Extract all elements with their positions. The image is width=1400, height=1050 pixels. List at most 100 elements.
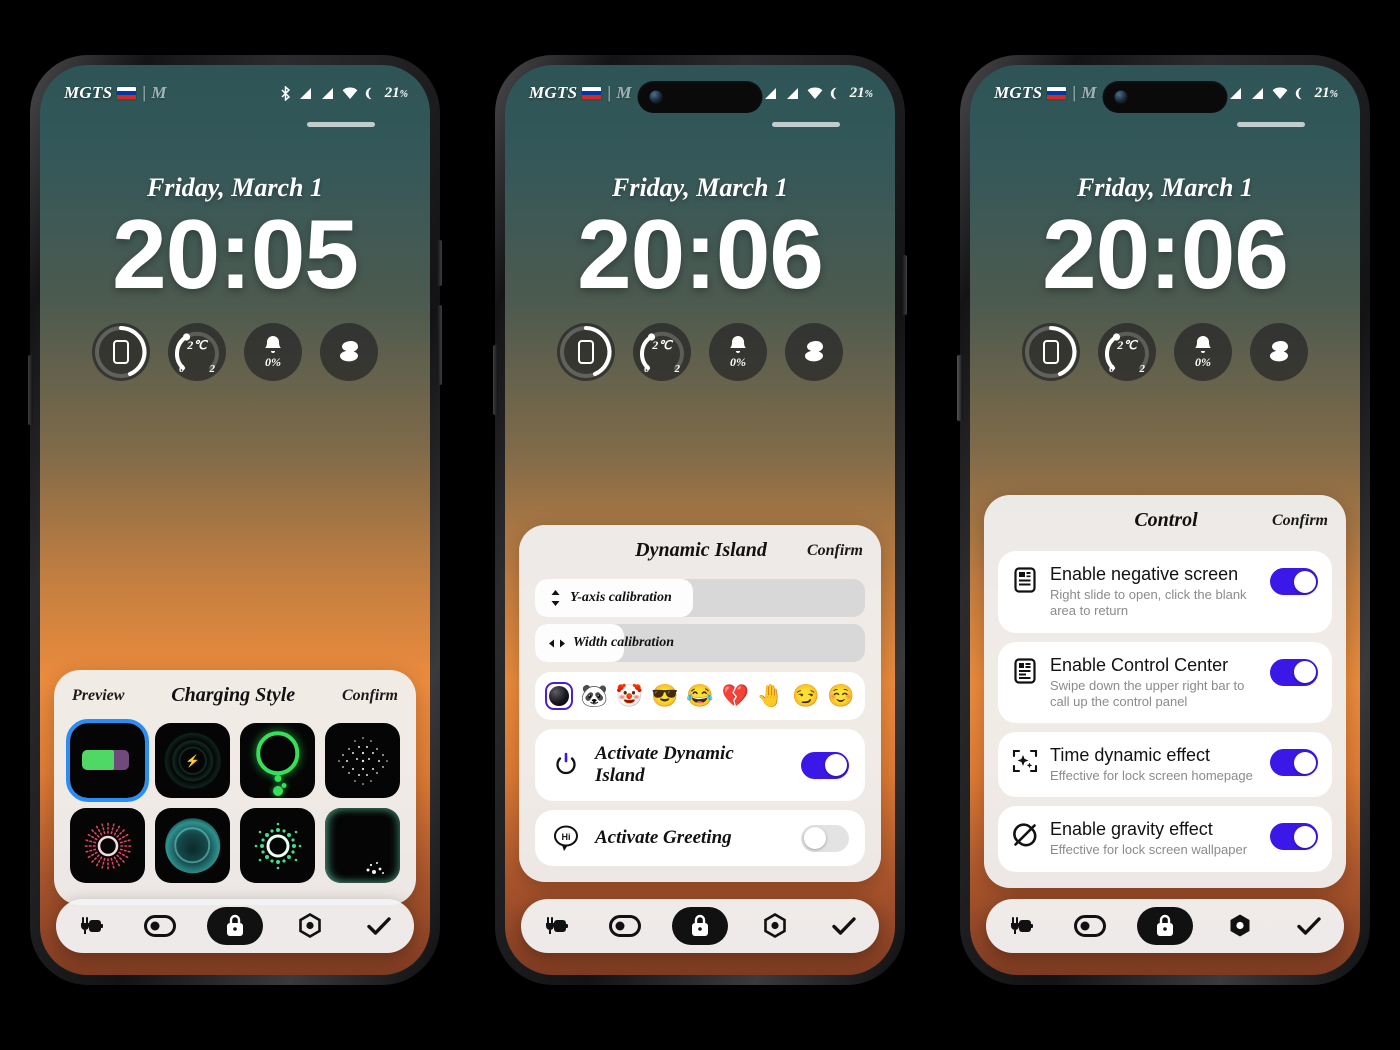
- emoji-joy[interactable]: 😂: [686, 682, 714, 710]
- charging-style-ripple[interactable]: ⚡: [155, 723, 230, 798]
- dynamic-island-tab[interactable]: [1067, 907, 1113, 945]
- signal-icon: [1229, 87, 1241, 99]
- apply-tab[interactable]: [821, 907, 867, 945]
- dynamic-island[interactable]: [637, 81, 763, 113]
- phone-storage-widget[interactable]: [92, 323, 150, 381]
- emoji-relieved[interactable]: ☺️: [827, 682, 855, 710]
- emoji-broken-heart[interactable]: 💔: [721, 682, 749, 710]
- phone-icon: [578, 340, 594, 364]
- apply-tab[interactable]: [356, 907, 402, 945]
- time-dynamic-effect-title: Time dynamic effect: [1050, 745, 1211, 765]
- camera-lens-icon: [1114, 90, 1128, 104]
- side-button[interactable]: [902, 255, 907, 315]
- temperature-widget[interactable]: 2℃ 0 2: [168, 323, 226, 381]
- plug-icon: [545, 917, 568, 934]
- signal-icon: [1251, 87, 1263, 99]
- red-burst-icon: [81, 819, 134, 872]
- side-button[interactable]: [957, 355, 963, 421]
- temperature-widget[interactable]: 2℃ 0 2: [633, 323, 691, 381]
- temperature-widget[interactable]: 2℃ 0 2: [1098, 323, 1156, 381]
- pill-toggle-icon: [1074, 915, 1107, 937]
- teal-blob-icon: [164, 817, 221, 874]
- carrier-label: MGTS | M: [994, 83, 1097, 103]
- charging-style-green-dot-ring[interactable]: [240, 808, 315, 883]
- layers-icon: [805, 341, 823, 362]
- enable-control-center-row[interactable]: Enable Control Center Swipe down the upp…: [998, 641, 1332, 723]
- lock-screen-tab[interactable]: [206, 907, 263, 945]
- emoji-panda[interactable]: 🐼: [580, 682, 608, 710]
- activate-dynamic-island-toggle[interactable]: [801, 751, 849, 779]
- enable-gravity-effect-toggle[interactable]: [1270, 823, 1318, 851]
- lock-screen-tab[interactable]: [671, 907, 728, 945]
- charging-style-battery[interactable]: [66, 719, 149, 802]
- width-calibration-slider[interactable]: Width calibration: [535, 624, 865, 662]
- y-axis-calibration-slider[interactable]: Y-axis calibration: [535, 579, 865, 617]
- pill-toggle-icon: [144, 915, 177, 937]
- enable-gravity-effect-title: Enable gravity effect: [1050, 819, 1213, 840]
- enable-control-center-toggle[interactable]: [1270, 658, 1318, 686]
- apply-tab[interactable]: [1286, 907, 1332, 945]
- phone-charging-style: MGTS | M 21% Friday, March 1 20:05 2℃ 0 …: [28, 55, 442, 985]
- charging-tab[interactable]: [68, 907, 114, 945]
- notification-widget[interactable]: 0%: [244, 323, 302, 381]
- bell-icon: [1195, 336, 1211, 353]
- control-tab[interactable]: [1217, 907, 1263, 945]
- layers-widget[interactable]: [320, 323, 378, 381]
- volume-button[interactable]: [493, 345, 498, 415]
- volume-button[interactable]: [28, 355, 33, 425]
- dynamic-island-tab[interactable]: [137, 907, 183, 945]
- side-button[interactable]: [437, 240, 442, 286]
- control-tab[interactable]: [287, 907, 333, 945]
- enable-negative-screen-row[interactable]: Enable negative screen Right slide to op…: [998, 551, 1332, 633]
- notification-value: 0%: [265, 355, 281, 369]
- lock-icon: [226, 914, 243, 936]
- widget-row: 2℃ 0 2 0%: [40, 323, 430, 381]
- time-dynamic-effect-row[interactable]: Time dynamic effect Effective for lock s…: [998, 732, 1332, 798]
- activate-greeting-row[interactable]: Hi Activate Greeting: [535, 810, 865, 866]
- layers-widget[interactable]: [1250, 323, 1308, 381]
- dynamic-island[interactable]: [1102, 81, 1228, 113]
- emoji-smirk[interactable]: 😏: [792, 682, 820, 710]
- carrier-secondary: M: [616, 83, 632, 102]
- phone-storage-widget[interactable]: [1022, 323, 1080, 381]
- phone-control: MGTS | M 21% Friday, March 1 20:06 2℃ 0 …: [957, 55, 1370, 985]
- dynamic-island-tab[interactable]: [602, 907, 648, 945]
- activate-greeting-label: Activate Greeting: [595, 827, 732, 848]
- enable-negative-screen-toggle[interactable]: [1270, 568, 1318, 595]
- activate-greeting-toggle[interactable]: [801, 824, 849, 852]
- width-calibration-label: Width calibration: [573, 635, 675, 650]
- charging-style-red-burst[interactable]: [70, 808, 145, 883]
- phone-storage-widget[interactable]: [557, 323, 615, 381]
- confirm-button[interactable]: Confirm: [807, 542, 863, 560]
- island-sheet-title: Dynamic Island: [635, 539, 767, 561]
- side-button[interactable]: [437, 305, 442, 385]
- emoji-raised-hand[interactable]: 🤚: [757, 682, 785, 710]
- left-right-arrows-icon: [549, 639, 565, 647]
- lock-clock: 20:06: [1042, 199, 1289, 309]
- emoji-camera-lens[interactable]: [545, 682, 573, 710]
- emoji-sunglasses[interactable]: 😎: [651, 682, 679, 710]
- svg-text:Hi: Hi: [562, 832, 571, 842]
- temperature-value: 2℃: [652, 338, 672, 352]
- notification-widget[interactable]: 0%: [1174, 323, 1232, 381]
- confirm-button[interactable]: Confirm: [342, 687, 398, 705]
- time-dynamic-effect-toggle[interactable]: [1270, 749, 1318, 776]
- activate-dynamic-island-row[interactable]: Activate Dynamic Island: [535, 729, 865, 801]
- carrier-separator: |: [606, 83, 612, 102]
- preview-button[interactable]: Preview: [72, 687, 124, 705]
- charging-tab[interactable]: [998, 907, 1044, 945]
- charging-style-teal-blob[interactable]: [155, 808, 230, 883]
- layers-widget[interactable]: [785, 323, 843, 381]
- emoji-clown[interactable]: 🤡: [616, 682, 644, 710]
- charging-tab[interactable]: [533, 907, 579, 945]
- lock-screen-tab[interactable]: [1136, 907, 1193, 945]
- hexagon-icon: [298, 913, 321, 939]
- notification-widget[interactable]: 0%: [709, 323, 767, 381]
- charging-style-green-ring[interactable]: [240, 723, 315, 798]
- control-tab[interactable]: [752, 907, 798, 945]
- phone-screen: MGTS | M 21% Friday, March 1 20:06 2℃ 0 …: [505, 65, 895, 975]
- enable-gravity-effect-row[interactable]: Enable gravity effect Effective for lock…: [998, 806, 1332, 872]
- confirm-button[interactable]: Confirm: [1272, 512, 1328, 530]
- charging-style-edge-glow[interactable]: [325, 808, 400, 883]
- charging-style-dot-cloud[interactable]: [325, 723, 400, 798]
